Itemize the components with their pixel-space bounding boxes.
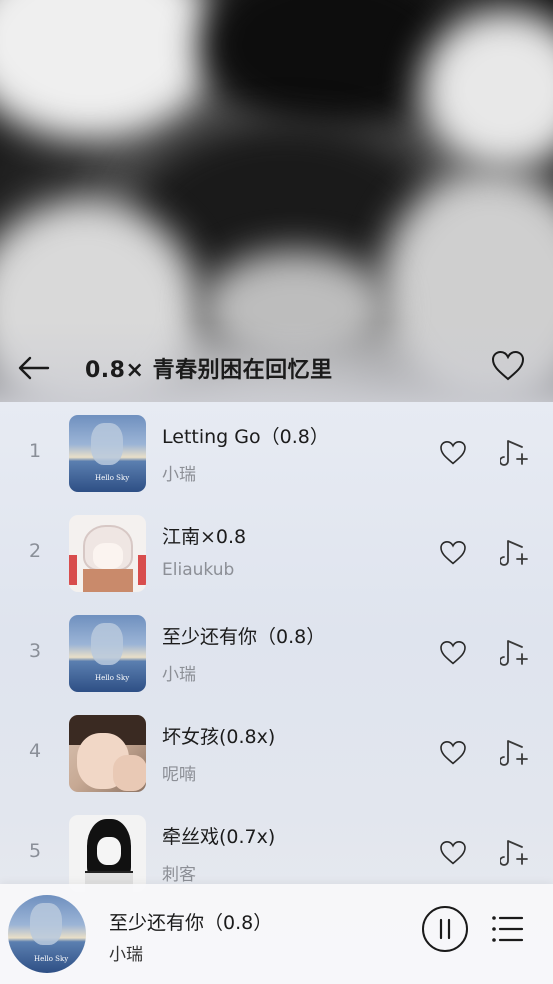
now-playing-title: 至少还有你（0.8）	[109, 912, 273, 934]
track-row[interactable]: 3 Hello Sky 至少还有你（0.8） 小瑞	[0, 602, 553, 702]
track-index: 2	[28, 540, 42, 562]
add-to-playlist-icon[interactable]	[499, 637, 530, 669]
track-index: 5	[28, 840, 42, 862]
track-row[interactable]: 1 Hello Sky Letting Go（0.8） 小瑞	[0, 402, 553, 502]
track-title: 至少还有你（0.8）	[162, 626, 326, 648]
track-cover-child-photo	[69, 715, 146, 792]
track-cover-sky: Hello Sky	[69, 415, 146, 492]
heart-icon[interactable]	[437, 837, 469, 869]
playlist-title: 0.8× 青春别困在回忆里	[85, 358, 333, 383]
add-to-playlist-icon[interactable]	[499, 737, 530, 769]
track-title: Letting Go（0.8）	[162, 426, 329, 448]
track-title: 牵丝戏(0.7x)	[162, 826, 276, 848]
track-row[interactable]: 4 坏女孩(0.8x) 呢喃	[0, 702, 553, 802]
track-index: 1	[28, 440, 42, 462]
top-bar: 0.8× 青春别困在回忆里	[0, 340, 553, 396]
track-cover-anime-girl	[69, 515, 146, 592]
back-arrow-icon[interactable]	[14, 348, 54, 388]
mini-player[interactable]: Hello Sky 至少还有你（0.8） 小瑞	[0, 884, 553, 984]
track-artist: 刺客	[162, 865, 196, 885]
playlist-queue-icon[interactable]	[489, 911, 525, 947]
track-index: 3	[28, 640, 42, 662]
now-playing-cover[interactable]: Hello Sky	[8, 895, 86, 973]
track-artist: 呢喃	[162, 765, 196, 785]
track-title: 江南×0.8	[162, 526, 247, 548]
heart-icon[interactable]	[437, 737, 469, 769]
track-cover-manga-girl	[69, 815, 146, 892]
pause-icon[interactable]	[421, 905, 469, 953]
track-index: 4	[28, 740, 42, 762]
track-row[interactable]: 2 江南×0.8 Eliaukub	[0, 502, 553, 602]
track-artist: 小瑞	[162, 465, 196, 485]
heart-icon[interactable]	[437, 437, 469, 469]
add-to-playlist-icon[interactable]	[499, 837, 530, 869]
favorite-playlist-heart-icon[interactable]	[488, 346, 528, 386]
track-artist: Eliaukub	[162, 560, 235, 580]
track-cover-sky: Hello Sky	[69, 615, 146, 692]
track-artist: 小瑞	[162, 665, 196, 685]
track-title: 坏女孩(0.8x)	[162, 726, 276, 748]
add-to-playlist-icon[interactable]	[499, 437, 530, 469]
now-playing-artist: 小瑞	[109, 945, 143, 965]
heart-icon[interactable]	[437, 537, 469, 569]
heart-icon[interactable]	[437, 637, 469, 669]
add-to-playlist-icon[interactable]	[499, 537, 530, 569]
